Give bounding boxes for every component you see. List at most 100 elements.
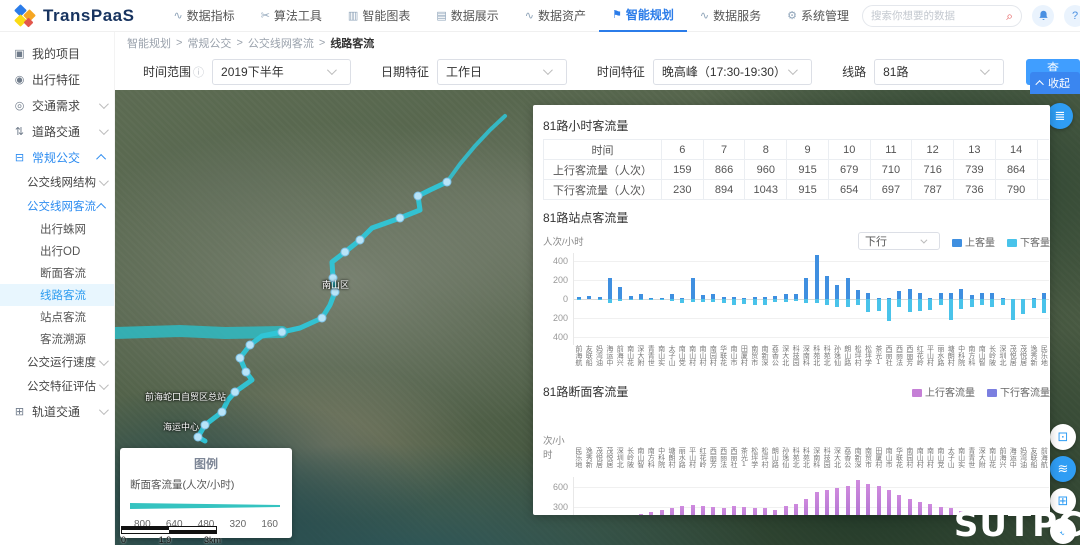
sidebar-item-客流溯源[interactable]: 客流溯源 (0, 328, 114, 350)
bar-group[interactable] (791, 253, 801, 345)
sidebar-item-站点客流[interactable]: 站点客流 (0, 306, 114, 328)
sidebar-item-出行OD[interactable]: 出行OD (0, 240, 114, 262)
bar-group[interactable] (584, 477, 594, 515)
sidebar-item-公交线网客流[interactable]: 公交线网客流 (0, 194, 114, 218)
nav-item-系统管理[interactable]: ⚙ 系统管理 (774, 0, 862, 32)
sidebar-item-公交线网结构[interactable]: 公交线网结构 (0, 170, 114, 194)
sidebar-item-交通需求[interactable]: ◎ 交通需求 (0, 92, 114, 118)
bar-group[interactable] (595, 253, 605, 345)
bar-group[interactable] (894, 477, 904, 515)
sidebar-item-常规公交[interactable]: ⊟ 常规公交 (0, 144, 114, 170)
layers-button[interactable]: ≋ (1050, 456, 1076, 482)
bar-group[interactable] (760, 477, 770, 515)
bar-group[interactable] (708, 477, 718, 515)
bar-group[interactable] (791, 477, 801, 515)
bar-group[interactable] (760, 253, 770, 345)
bar-group[interactable] (801, 477, 811, 515)
bar-group[interactable] (626, 253, 636, 345)
bar-group[interactable] (739, 477, 749, 515)
collapse-panel-button[interactable]: 收起 (1030, 72, 1080, 94)
sidebar-item-公交特征评估[interactable]: 公交特征评估 (0, 374, 114, 398)
bar-group[interactable] (739, 253, 749, 345)
nav-item-算法工具[interactable]: ✂ 算法工具 (248, 0, 335, 32)
bar-group[interactable] (905, 253, 915, 345)
legend-item[interactable]: 上客量 (952, 234, 995, 249)
bar-group[interactable] (915, 253, 925, 345)
bar-group[interactable] (1039, 253, 1049, 345)
nav-item-数据展示[interactable]: ▤ 数据展示 (423, 0, 511, 32)
map-canvas[interactable]: 南山区 前海蛇口自贸区总站 海运中心 图例 断面客流量(人次/小时) 800 640 4… (115, 90, 1080, 545)
bar-group[interactable] (987, 253, 997, 345)
sidebar-item-线路客流[interactable]: 线路客流 (0, 284, 114, 306)
bar-group[interactable] (636, 253, 646, 345)
bar-group[interactable] (770, 477, 780, 515)
bar-group[interactable] (781, 253, 791, 345)
search-input[interactable] (871, 9, 1007, 22)
bar-group[interactable] (832, 253, 842, 345)
bar-group[interactable] (698, 477, 708, 515)
bar-group[interactable] (729, 253, 739, 345)
bar-group[interactable] (1008, 253, 1018, 345)
nav-item-智能规划[interactable]: ⚑ 智能规划 (599, 0, 687, 32)
breadcrumb-item[interactable]: 智能规划 (127, 35, 171, 51)
bar-group[interactable] (812, 477, 822, 515)
bar-group[interactable] (863, 477, 873, 515)
direction-select[interactable]: 下行 (858, 232, 940, 250)
station-dots[interactable] (193, 177, 452, 442)
bar-group[interactable] (894, 253, 904, 345)
bar-group[interactable] (853, 253, 863, 345)
bar-group[interactable] (884, 477, 894, 515)
global-search[interactable]: ⌕ (862, 4, 1023, 27)
bar-group[interactable] (698, 253, 708, 345)
bar-group[interactable] (574, 253, 584, 345)
bar-group[interactable] (626, 477, 636, 515)
bar-group[interactable] (657, 253, 667, 345)
filter-select-线路[interactable]: 81路 (874, 58, 1004, 85)
bar-group[interactable] (688, 253, 698, 345)
bar-group[interactable] (750, 253, 760, 345)
bar-group[interactable] (615, 477, 625, 515)
legend-item[interactable]: 上行客流量 (912, 384, 975, 399)
breadcrumb-item[interactable]: 公交线网客流 (248, 35, 314, 51)
bar-group[interactable] (667, 477, 677, 515)
bar-group[interactable] (750, 477, 760, 515)
bar-group[interactable] (853, 477, 863, 515)
bar-group[interactable] (605, 253, 615, 345)
bar-group[interactable] (997, 253, 1007, 345)
nav-item-数据资产[interactable]: ∿ 数据资产 (512, 0, 599, 32)
bar-group[interactable] (770, 253, 780, 345)
legend-item[interactable]: 下客量 (1007, 234, 1050, 249)
bar-group[interactable] (595, 477, 605, 515)
sidebar-item-轨道交通[interactable]: ⊞ 轨道交通 (0, 398, 114, 424)
bar-group[interactable] (677, 253, 687, 345)
bar-group[interactable] (708, 253, 718, 345)
bar-group[interactable] (863, 253, 873, 345)
bar-group[interactable] (615, 253, 625, 345)
bar-group[interactable] (925, 477, 935, 515)
bar-group[interactable] (874, 253, 884, 345)
bar-group[interactable] (956, 253, 966, 345)
sidebar-item-道路交通[interactable]: ⇅ 道路交通 (0, 118, 114, 144)
bar-group[interactable] (832, 477, 842, 515)
sidebar-item-我的项目[interactable]: ▣ 我的项目 (0, 40, 114, 66)
bar-group[interactable] (977, 253, 987, 345)
bar-group[interactable] (884, 253, 894, 345)
bar-group[interactable] (1028, 253, 1038, 345)
legend-item[interactable]: 下行客流量 (987, 384, 1050, 399)
sidebar-item-公交运行速度[interactable]: 公交运行速度 (0, 350, 114, 374)
bar-group[interactable] (822, 253, 832, 345)
brand[interactable]: TransPaaS (14, 3, 134, 27)
bar-group[interactable] (729, 477, 739, 515)
nav-item-智能图表[interactable]: ▥ 智能图表 (335, 0, 423, 32)
bar-group[interactable] (677, 477, 687, 515)
bar-group[interactable] (843, 477, 853, 515)
bar-group[interactable] (874, 477, 884, 515)
bar-group[interactable] (605, 477, 615, 515)
bar-group[interactable] (812, 253, 822, 345)
screenshot-button[interactable]: ⊡ (1050, 424, 1076, 450)
bar-group[interactable] (688, 477, 698, 515)
bar-group[interactable] (719, 253, 729, 345)
bar-group[interactable] (801, 253, 811, 345)
search-icon[interactable]: ⌕ (1006, 10, 1013, 22)
bar-group[interactable] (657, 477, 667, 515)
